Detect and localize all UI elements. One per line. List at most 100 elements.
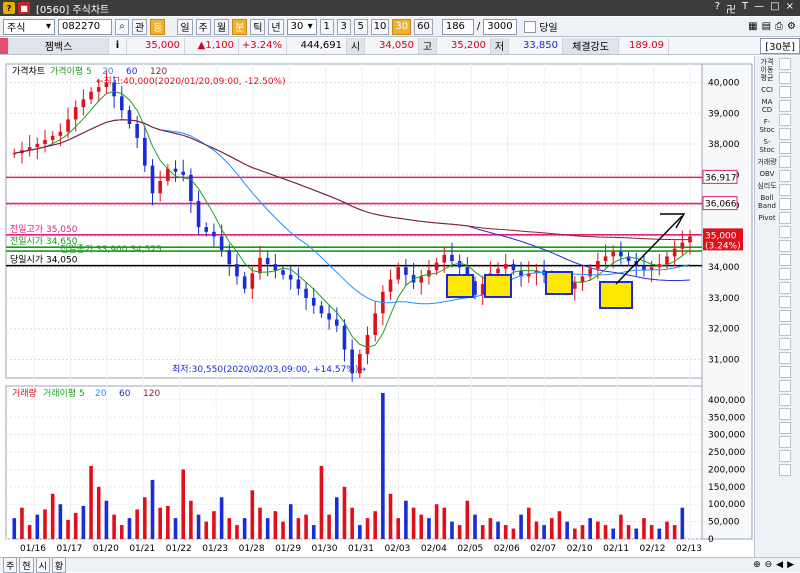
total-input[interactable]: 3000 [483,18,518,35]
search-button[interactable]: ⌕ [115,18,129,35]
draw-tool-icon[interactable] [779,212,791,224]
grid-icon[interactable]: ▦ [748,21,757,32]
draw-tool-icon[interactable] [779,114,791,126]
tab-ju[interactable]: 주 [3,557,18,573]
draw-tool-icon[interactable] [779,436,791,448]
period-tick[interactable]: 틱 [250,18,266,35]
candle-body [365,334,370,355]
quote-bar: 젬백스 i 35,000 ▲1,100 +3.24% 444,691 시 34,… [0,37,800,55]
draw-tool-icon[interactable] [779,100,791,112]
font-icon[interactable]: T [742,1,748,16]
market-select[interactable]: 주식 ▾ [3,18,55,35]
minimize-button[interactable]: — [754,1,764,16]
interval-1[interactable]: 1 [319,18,334,35]
volume-bar [388,493,393,539]
draw-tool-icon[interactable] [779,170,791,182]
volume-bar [166,505,170,539]
chart-area[interactable]: 31,00032,00033,00034,00035,00036,00037,0… [0,56,754,557]
mark-button[interactable]: 등 [150,18,166,35]
draw-tool-icon[interactable] [779,58,791,70]
draw-tool-icon[interactable] [779,366,791,378]
scroll-right-icon[interactable]: ▶ [787,560,794,570]
tab-hyeon[interactable]: 현 [19,557,34,573]
scroll-left-icon[interactable]: ◀ [776,560,783,570]
high-value: 35,200 [437,37,491,54]
draw-tool-icon[interactable] [779,156,791,168]
period-minute[interactable]: 분 [232,18,248,35]
right-price-tag-label: 36,917 [705,173,737,183]
draw-tool-icon[interactable] [779,408,791,420]
today-checkbox[interactable] [524,20,537,33]
draw-tool-icon[interactable] [779,184,791,196]
draw-tool-icon[interactable] [779,240,791,252]
indicator-5[interactable]: 거래량 [757,158,777,166]
draw-tool-icon[interactable] [779,352,791,364]
period-day[interactable]: 일 [177,18,193,35]
draw-tool-icon[interactable] [779,422,791,434]
volume-bar [219,497,224,539]
volume-bar [373,511,377,539]
draw-tool-icon[interactable] [779,128,791,140]
layout-icon[interactable]: ▤ [762,21,771,32]
candle-body [327,313,331,320]
print-icon[interactable]: ⎙ [775,21,783,32]
close-button[interactable]: × [786,1,794,16]
volume-bar [119,525,124,539]
interval-5[interactable]: 5 [353,18,368,35]
indicator-1[interactable]: CCI [757,86,777,94]
indicator-2[interactable]: MA CD [757,98,777,114]
draw-tool-icon[interactable] [779,324,791,336]
tab-hwang[interactable]: 황 [51,557,67,573]
indicator-8[interactable]: Boll Band [757,194,777,210]
stock-name[interactable]: 젬백스 [9,37,109,54]
draw-tool-icon[interactable] [779,380,791,392]
draw-tool-icon[interactable] [779,310,791,322]
code-input[interactable]: 082270 [58,18,112,35]
draw-tool-icon[interactable] [779,142,791,154]
draw-tool-icon[interactable] [779,86,791,98]
interval-30[interactable]: 30 [392,18,412,35]
period-value-select[interactable]: 30 ▾ [286,18,317,35]
draw-tool-icon[interactable] [779,72,791,84]
zoom-out-icon[interactable]: ⊖ [765,560,773,570]
interval-60[interactable]: 60 [414,18,433,35]
draw-tool-icon[interactable] [779,464,791,476]
draw-tool-icon[interactable] [779,226,791,238]
volume-bar [50,493,55,539]
tab-si[interactable]: 시 [35,557,50,573]
candle-body [265,257,270,265]
info-icon[interactable]: i [109,37,127,54]
stock-chart[interactable]: 31,00032,00033,00034,00035,00036,00037,0… [0,56,754,557]
count-input[interactable]: 186 [441,18,474,35]
indicator-4[interactable]: S-Stoc [757,138,777,154]
interval-3[interactable]: 3 [336,18,351,35]
zoom-in-icon[interactable]: ⊕ [753,560,761,570]
period-month[interactable]: 월 [213,18,230,35]
watch-button[interactable]: 관 [132,18,148,35]
volume-bar [588,518,592,539]
link-icon[interactable]: 卍 [726,1,736,16]
indicator-3[interactable]: F-Stoc [757,118,777,134]
volume-bar [20,507,24,539]
indicator-0[interactable]: 가격 이동 평균 [757,58,777,82]
period-week[interactable]: 주 [195,18,211,35]
indicator-7[interactable]: 심리도 [757,182,777,190]
volume-bar [135,509,139,539]
draw-tool-icon[interactable] [779,268,791,280]
draw-tool-icon[interactable] [779,296,791,308]
interval-10[interactable]: 10 [370,18,390,35]
help-icon[interactable]: ? [715,1,720,16]
draw-tool-icon[interactable] [779,450,791,462]
draw-tool-icon[interactable] [779,254,791,266]
draw-tool-icon[interactable] [779,394,791,406]
volume-bar [573,528,577,539]
draw-tool-icon[interactable] [779,198,791,210]
volume-bar [43,509,47,539]
indicator-9[interactable]: Pivot [757,214,777,222]
draw-tool-icon[interactable] [779,338,791,350]
draw-tool-icon[interactable] [779,282,791,294]
indicator-6[interactable]: OBV [757,170,777,178]
settings-icon[interactable]: ⚙ [787,21,796,32]
period-year[interactable]: 년 [268,18,284,35]
maximize-button[interactable]: □ [770,1,779,16]
